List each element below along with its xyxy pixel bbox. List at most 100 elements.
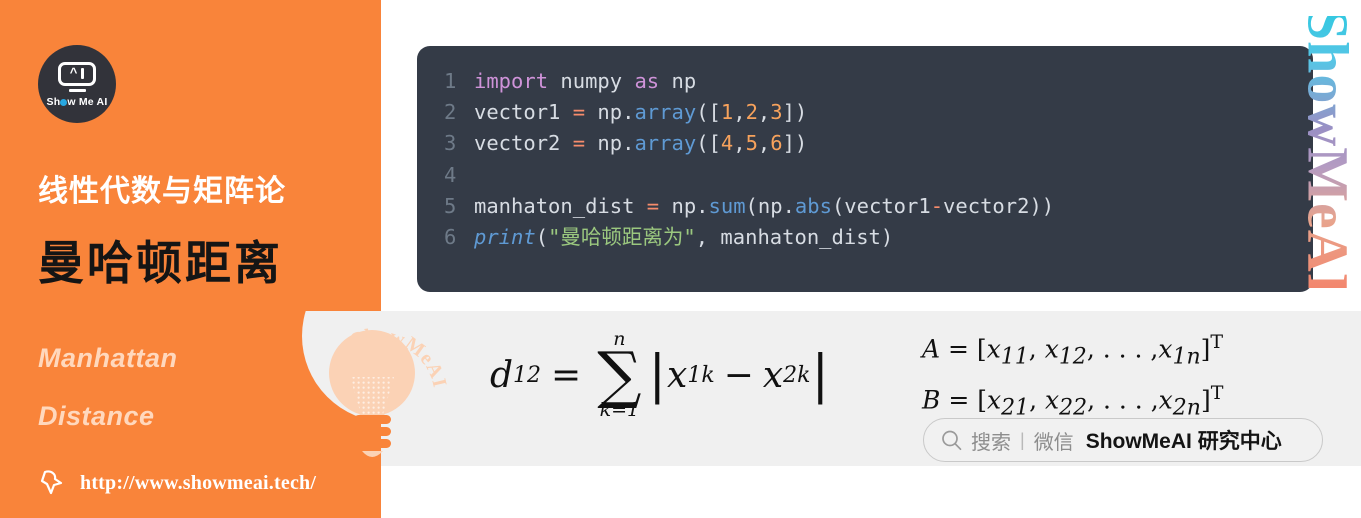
vector-b-name: B xyxy=(922,385,941,415)
code-token: ([ xyxy=(696,131,721,156)
formula-term2-var: x xyxy=(762,354,784,396)
vector-b-e2-sub: 22 xyxy=(1059,395,1088,421)
code-token: np. xyxy=(659,193,709,218)
formula-minus: − xyxy=(723,354,754,396)
vector-b-e1-sub: 21 xyxy=(1001,395,1030,421)
code-token: import xyxy=(474,69,549,93)
brand-label: ShowMeAI 研究中心 xyxy=(1085,430,1282,453)
code-token: 4 xyxy=(720,131,734,156)
left-orange-panel: ^ Sh w Me AI 线性代数与矩阵论 曼哈顿距离 Manhattan Dis… xyxy=(0,0,381,518)
code-token: 3 xyxy=(770,100,783,125)
platform-label: 微信 xyxy=(1033,431,1074,454)
logo-wordmark-after: w Me AI xyxy=(67,95,108,108)
vector-a-close-bracket: ] xyxy=(1200,334,1211,364)
code-line-number: 4 xyxy=(444,162,457,187)
formula-term1-var: x xyxy=(667,354,688,396)
code-token: vector2)) xyxy=(943,193,1055,218)
vector-a-equals: = xyxy=(948,334,969,364)
code-content: 1 import numpy as np 2 vector1 = np.array([… xyxy=(444,66,1054,253)
code-token: numpy xyxy=(548,69,635,93)
code-token: array xyxy=(634,100,697,125)
code-token: = xyxy=(572,131,586,156)
code-token: np. xyxy=(585,100,635,125)
code-line-number: 3 xyxy=(444,131,457,156)
formula-expression: d 12 = n ∑ k=1 | x 1k − x 2k | xyxy=(490,329,830,421)
vector-b-e2: x xyxy=(1045,385,1060,415)
code-token: , xyxy=(733,131,746,156)
code-token: as xyxy=(634,69,660,93)
code-line-number: 2 xyxy=(444,100,457,125)
vector-a-definition: A = [x11, x12, . . . ,x1n]T xyxy=(922,331,1224,370)
code-line: 5 manhaton_dist = np.sum(np.abs(vector1-v… xyxy=(444,191,1054,222)
code-token: vector2 xyxy=(474,131,573,156)
vector-b-equals: = xyxy=(948,385,970,415)
code-token: ]) xyxy=(782,131,808,156)
code-line: 6 print("曼哈顿距离为", manhaton_dist) xyxy=(444,222,1054,253)
formula-lhs-sub: 12 xyxy=(513,362,542,388)
vector-b-dots: , . . . , xyxy=(1087,385,1159,415)
vector-a-transpose: T xyxy=(1210,331,1224,353)
vector-a-e1: x xyxy=(986,334,1001,364)
abs-bar-close: | xyxy=(811,344,829,405)
wechat-search-pill[interactable]: 搜索 | 微信 ShowMeAI 研究中心 xyxy=(923,418,1323,462)
caret-glyph: ^ xyxy=(69,65,78,80)
vector-a-e1-sub: 11 xyxy=(1000,344,1029,370)
code-token: , manhaton_dist) xyxy=(695,225,894,250)
code-token: vector1 xyxy=(474,100,573,125)
code-token: = xyxy=(572,100,586,125)
code-token: np. xyxy=(585,131,635,156)
code-token: sum xyxy=(708,193,746,218)
bar-glyph xyxy=(81,68,85,79)
english-title-line1: Manhattan xyxy=(38,343,178,373)
sigma-icon: ∑ xyxy=(597,337,642,411)
vector-a-name: A xyxy=(922,334,941,364)
code-token: array xyxy=(634,131,697,156)
english-title-line2: Distance xyxy=(38,401,155,431)
summation-operator: n ∑ k=1 xyxy=(597,329,642,421)
code-token: ([ xyxy=(696,100,721,125)
code-token: 6 xyxy=(770,131,783,156)
code-token: = xyxy=(646,193,660,218)
code-token: (vector1 xyxy=(831,193,931,218)
vector-a-e3-sub: 1n xyxy=(1172,344,1201,370)
vector-a-dots: , . . . , xyxy=(1086,334,1159,364)
vector-b-close-bracket: ] xyxy=(1200,385,1211,415)
logo-wordmark: Sh w Me AI xyxy=(47,96,108,108)
search-separator: | xyxy=(1020,429,1025,450)
code-token: 5 xyxy=(745,131,758,156)
logo-dot-icon xyxy=(60,98,68,106)
poster-canvas: ^ Sh w Me AI 线性代数与矩阵论 曼哈顿距离 Manhattan Dis… xyxy=(0,0,1361,518)
code-line-number: 1 xyxy=(444,69,457,93)
code-line: 3 vector2 = np.array([4,5,6]) xyxy=(444,128,1054,159)
code-line-number: 5 xyxy=(444,193,457,218)
code-token: ( xyxy=(535,225,549,250)
code-token: , xyxy=(733,100,746,125)
logo-underline xyxy=(68,88,86,92)
vector-b-transpose: T xyxy=(1210,382,1224,405)
vector-b-open-bracket: [ xyxy=(977,385,987,415)
code-token: "曼哈顿距离为" xyxy=(548,225,696,250)
code-block: 1 import numpy as np 2 vector1 = np.array([… xyxy=(417,46,1313,292)
code-token: (np. xyxy=(745,193,795,218)
formula-term2-sub: 2k xyxy=(783,362,811,388)
page-title: 曼哈顿距离 xyxy=(38,237,283,289)
code-token: , xyxy=(757,131,771,156)
vector-a-e3: x xyxy=(1158,334,1173,364)
code-token: manhaton_dist xyxy=(474,193,647,218)
code-token: , xyxy=(757,100,771,125)
subject-title: 线性代数与矩阵论 xyxy=(38,175,286,208)
code-token: - xyxy=(930,193,944,218)
search-label: 搜索 xyxy=(971,431,1011,454)
code-token: 2 xyxy=(745,100,758,125)
robot-face-icon: ^ xyxy=(58,61,96,86)
vector-b-e1: x xyxy=(987,385,1002,415)
vector-a-open-bracket: [ xyxy=(976,334,987,364)
formula-equals: = xyxy=(551,354,582,396)
website-url-row[interactable]: http://www.showmeai.tech/ xyxy=(38,468,316,498)
cursor-pointer-icon xyxy=(40,470,63,495)
search-icon xyxy=(942,430,962,450)
website-url-text: http://www.showmeai.tech/ xyxy=(80,471,317,494)
formula-lhs-var: d xyxy=(490,354,514,396)
vector-a-e2-sub: 12 xyxy=(1058,344,1087,370)
